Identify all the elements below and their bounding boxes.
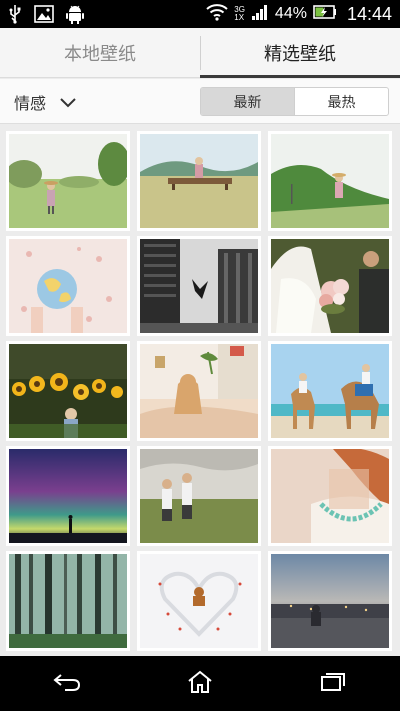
back-icon: [53, 672, 81, 696]
tab-featured-wallpapers[interactable]: 精选壁纸: [200, 28, 400, 78]
wallpaper-thumbnail-aurora-night[interactable]: [6, 446, 130, 546]
wifi-icon: [206, 3, 228, 25]
wallpaper-thumbnail-city-buildings-bw[interactable]: [137, 236, 261, 336]
home-button[interactable]: [170, 664, 230, 704]
status-bar: 3G 1X 44% 14:44: [0, 0, 400, 28]
wallpaper-thumbnail-child-on-bench[interactable]: [137, 131, 261, 231]
screen: 3G 1X 44% 14:44 本地壁纸 精选壁纸 情感 最新 最热: [0, 0, 400, 711]
image-notification-icon: [34, 5, 54, 27]
battery-percent: 44%: [274, 5, 307, 22]
navigation-bar: [0, 656, 400, 711]
wallpaper-thumbnail-sunflowers[interactable]: [6, 341, 130, 441]
network-type-bottom: 1X: [234, 13, 245, 22]
wallpaper-thumbnail-bride-with-bouquet[interactable]: [268, 236, 392, 336]
category-dropdown[interactable]: 情感: [14, 90, 76, 114]
filter-row: 情感 最新 最热: [0, 79, 400, 124]
recent-apps-icon: [320, 672, 346, 696]
home-icon: [187, 670, 213, 698]
sort-newest-button[interactable]: 最新: [201, 88, 294, 115]
network-type-label: 3G 1X: [234, 6, 245, 22]
wallpaper-thumbnail-dog-heart-snow[interactable]: [137, 551, 261, 651]
sort-toggle: 最新 最热: [200, 87, 389, 116]
wallpaper-thumbnail-two-kids-field[interactable]: [137, 446, 261, 546]
android-icon: [66, 4, 84, 28]
clock: 14:44: [346, 3, 392, 24]
wallpaper-thumbnail-couple-on-camels[interactable]: [268, 341, 392, 441]
chevron-down-icon: [60, 93, 76, 112]
back-button[interactable]: [37, 664, 97, 704]
wallpaper-thumbnail-hands-holding-globe[interactable]: [6, 236, 130, 336]
tab-local-wallpapers[interactable]: 本地壁纸: [0, 28, 200, 77]
wallpaper-grid: [0, 126, 400, 656]
signal-icon: [251, 3, 269, 25]
wallpaper-thumbnail-city-dusk-view[interactable]: [268, 551, 392, 651]
tab-bar: 本地壁纸 精选壁纸: [0, 28, 400, 78]
wallpaper-thumbnail-misty-forest[interactable]: [6, 551, 130, 651]
recent-apps-button[interactable]: [303, 664, 363, 704]
wallpaper-thumbnail-child-on-hill[interactable]: [268, 131, 392, 231]
wallpaper-thumbnail-girl-on-bed[interactable]: [137, 341, 261, 441]
usb-icon: [8, 4, 22, 28]
wallpaper-thumbnail-woman-necklace[interactable]: [268, 446, 392, 546]
sort-hottest-button[interactable]: 最热: [294, 88, 388, 115]
tab-divider: [200, 36, 201, 70]
battery-charging-icon: [313, 4, 337, 24]
category-label: 情感: [14, 94, 47, 113]
wallpaper-thumbnail-child-in-field[interactable]: [6, 131, 130, 231]
